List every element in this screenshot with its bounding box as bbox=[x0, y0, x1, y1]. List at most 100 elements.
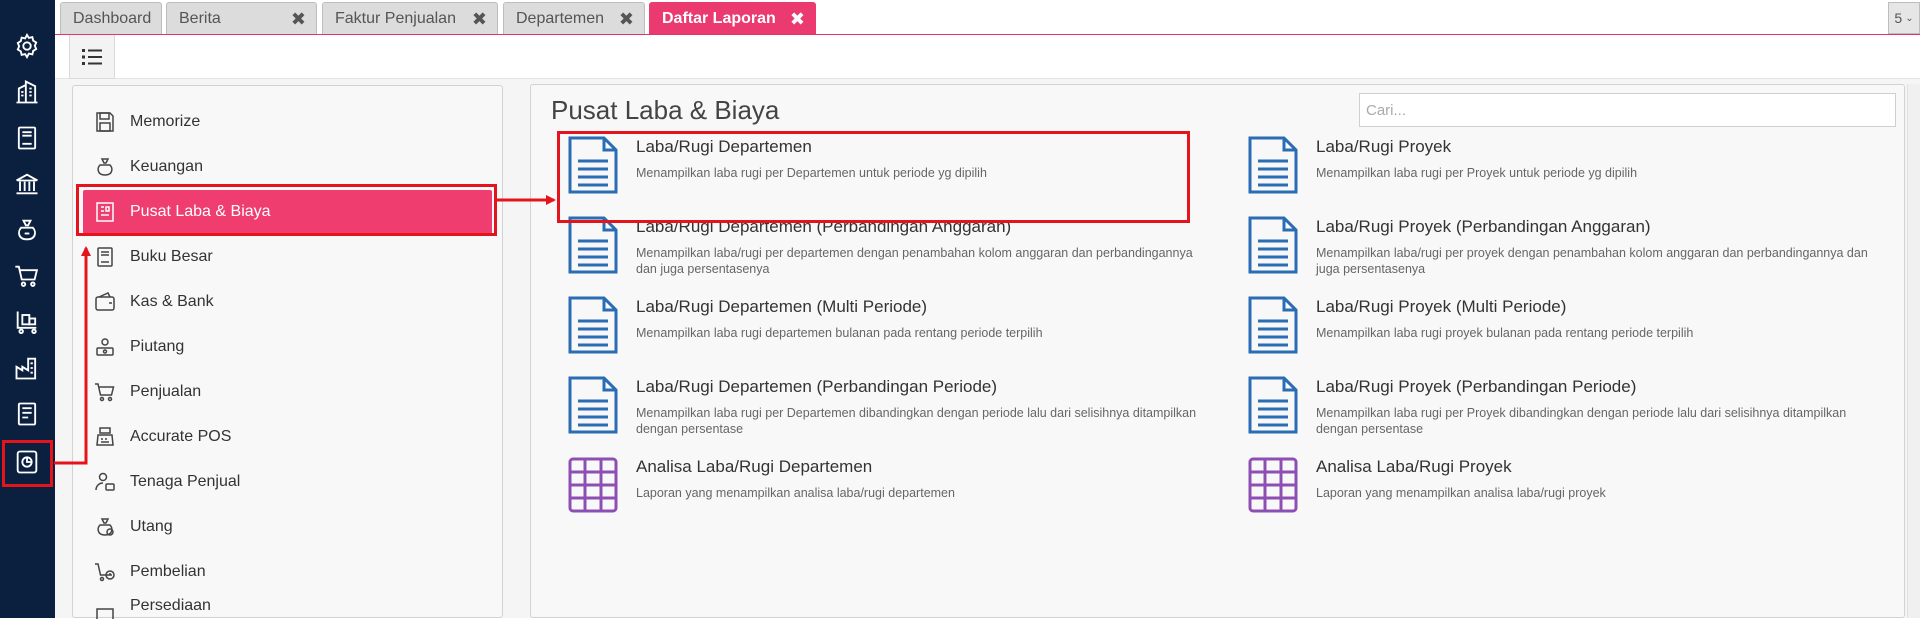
report-description: Menampilkan laba rugi per Departemen dib… bbox=[636, 406, 1197, 436]
report-title: Analisa Laba/Rugi Proyek bbox=[1316, 457, 1512, 476]
wallet-icon bbox=[95, 292, 115, 311]
bank-icon[interactable] bbox=[9, 166, 45, 202]
menu-item-memorize[interactable]: Memorize bbox=[73, 100, 502, 144]
menu-item-utang[interactable]: Utang bbox=[73, 505, 502, 549]
document-icon bbox=[568, 376, 618, 434]
report-title: Laba/Rugi Proyek bbox=[1316, 137, 1452, 156]
tab-daftar-laporan[interactable]: Daftar Laporan ✖ bbox=[649, 2, 816, 34]
menu-highlight-box bbox=[76, 184, 497, 236]
menu-item-label: Tenaga Penjual bbox=[130, 473, 241, 490]
delivery-cart-icon[interactable] bbox=[9, 304, 45, 340]
menu-item-label: Buku Besar bbox=[130, 248, 213, 265]
menu-item-label: Keuangan bbox=[130, 158, 203, 175]
floppy-icon bbox=[96, 112, 114, 132]
report-description: Menampilkan laba rugi per Proyek untuk p… bbox=[1316, 166, 1638, 180]
menu-item-persediaan[interactable]: Persediaan bbox=[73, 595, 502, 619]
menu-item-label: Kas & Bank bbox=[130, 293, 214, 310]
page-title: Pusat Laba & Biaya bbox=[551, 95, 780, 125]
menu-item-label: Accurate POS bbox=[130, 428, 232, 445]
menu-item-penjualan[interactable]: Penjualan bbox=[73, 370, 502, 414]
report-item[interactable]: Laba/Rugi Proyek (Perbandingan Anggaran)… bbox=[1246, 215, 1886, 285]
menu-item-label: Pembelian bbox=[130, 563, 206, 580]
menu-item-label: Penjualan bbox=[130, 383, 202, 400]
report-description: Menampilkan laba rugi proyek bulanan pad… bbox=[1316, 326, 1694, 340]
cart-icon[interactable] bbox=[9, 258, 45, 294]
tab-count-dropdown[interactable]: 5 ⌄ bbox=[1888, 2, 1920, 34]
report-category-menu: Memorize Keuangan Pusat Laba & Biaya Buk… bbox=[72, 85, 503, 619]
menu-item-tenaga-penjual[interactable]: Tenaga Penjual bbox=[73, 460, 502, 504]
tab-bar: Dashboard Berita ✖ Faktur Penjualan ✖ De… bbox=[55, 0, 1920, 35]
report-title: Laba/Rugi Proyek (Perbandingan Anggaran) bbox=[1316, 217, 1651, 236]
ledger-book-icon bbox=[97, 247, 113, 267]
building-icon[interactable] bbox=[9, 74, 45, 110]
list-view-button[interactable] bbox=[69, 35, 115, 79]
rail-highlight-box bbox=[2, 440, 53, 487]
inventory-icon bbox=[96, 608, 114, 619]
money-bag-icon bbox=[97, 158, 113, 176]
gear-icon[interactable] bbox=[9, 28, 45, 64]
menu-item-accurate-pos[interactable]: Accurate POS bbox=[73, 415, 502, 459]
report-item[interactable]: Laba/Rugi Proyek Menampilkan laba rugi p… bbox=[1246, 135, 1886, 205]
document-icon bbox=[1248, 376, 1298, 434]
report-item[interactable]: Analisa Laba/Rugi Departemen Laporan yan… bbox=[566, 455, 1206, 525]
report-title: Laba/Rugi Departemen (Perbandingan Perio… bbox=[636, 377, 998, 396]
tab-label: Berita bbox=[179, 9, 221, 27]
report-item[interactable]: Analisa Laba/Rugi Proyek Laporan yang me… bbox=[1246, 455, 1886, 525]
report-item[interactable]: Laba/Rugi Departemen (Perbandingan Perio… bbox=[566, 375, 1206, 445]
grid-table-icon bbox=[568, 457, 618, 513]
icon-rail bbox=[0, 0, 55, 618]
menu-item-piutang[interactable]: Piutang bbox=[73, 325, 502, 369]
tab-label: Daftar Laporan bbox=[662, 9, 776, 27]
money-bag-icon[interactable] bbox=[9, 212, 45, 248]
salesperson-icon bbox=[95, 472, 115, 491]
purchase-icon bbox=[95, 563, 115, 582]
grid-table-icon bbox=[1248, 457, 1298, 513]
report-item[interactable]: Laba/Rugi Proyek (Multi Periode) Menampi… bbox=[1246, 295, 1886, 365]
tab-berita[interactable]: Berita ✖ bbox=[166, 2, 317, 34]
menu-item-label: Utang bbox=[130, 518, 173, 535]
menu-item-kas-bank[interactable]: Kas & Bank bbox=[73, 280, 502, 324]
report-title: Analisa Laba/Rugi Departemen bbox=[636, 457, 873, 476]
tab-departemen[interactable]: Departemen ✖ bbox=[503, 2, 645, 34]
report-description: Laporan yang menampilkan analisa laba/ru… bbox=[1316, 486, 1606, 500]
menu-item-label: Persediaan bbox=[130, 597, 211, 614]
search-input[interactable] bbox=[1359, 93, 1896, 127]
menu-item-buku-besar[interactable]: Buku Besar bbox=[73, 235, 502, 279]
menu-item-keuangan[interactable]: Keuangan bbox=[73, 145, 502, 189]
report-item[interactable]: Laba/Rugi Departemen (Multi Periode) Men… bbox=[566, 295, 1206, 365]
cart-icon bbox=[95, 383, 115, 402]
report-title: Laba/Rugi Proyek (Perbandingan Periode) bbox=[1316, 377, 1637, 396]
close-icon[interactable]: ✖ bbox=[790, 9, 805, 30]
report-description: Menampilkan laba rugi per Proyek dibandi… bbox=[1316, 406, 1847, 436]
tab-dashboard[interactable]: Dashboard bbox=[60, 2, 162, 34]
tab-label: Faktur Penjualan bbox=[335, 9, 456, 27]
cash-register-icon bbox=[96, 427, 114, 446]
menu-item-pembelian[interactable]: Pembelian bbox=[73, 550, 502, 594]
close-icon[interactable]: ✖ bbox=[619, 9, 634, 30]
document-icon bbox=[1248, 136, 1298, 194]
document-icon bbox=[568, 216, 618, 274]
book-icon[interactable] bbox=[9, 120, 45, 156]
debt-icon bbox=[97, 518, 114, 536]
report-item[interactable]: Laba/Rugi Proyek (Perbandingan Periode) … bbox=[1246, 375, 1886, 445]
tab-faktur-penjualan[interactable]: Faktur Penjualan ✖ bbox=[322, 2, 498, 34]
list-icon bbox=[82, 48, 102, 65]
toolbar bbox=[55, 35, 1920, 79]
close-icon[interactable]: ✖ bbox=[472, 9, 487, 30]
chevron-down-icon: ⌄ bbox=[1905, 12, 1914, 24]
tab-count-value: 5 bbox=[1894, 10, 1903, 26]
close-icon[interactable]: ✖ bbox=[291, 9, 306, 30]
hand-money-icon bbox=[96, 338, 114, 356]
report-item[interactable]: Laba/Rugi Departemen (Perbandingan Angga… bbox=[566, 215, 1206, 285]
scrollbar[interactable] bbox=[1907, 84, 1920, 618]
document-icon bbox=[568, 296, 618, 354]
tab-label: Dashboard bbox=[73, 9, 152, 27]
report-description: Menampilkan laba/rugi per proyek dengan … bbox=[1316, 246, 1868, 276]
report-title: Laba/Rugi Departemen (Multi Periode) bbox=[636, 297, 928, 316]
report-title: Laba/Rugi Proyek (Multi Periode) bbox=[1316, 297, 1567, 316]
report-description: Menampilkan laba rugi departemen bulanan… bbox=[636, 326, 1043, 340]
menu-item-label: Piutang bbox=[130, 338, 185, 355]
report-description: Menampilkan laba/rugi per departemen den… bbox=[636, 246, 1193, 276]
factory-icon[interactable] bbox=[9, 350, 45, 386]
tax-document-icon[interactable] bbox=[9, 396, 45, 432]
